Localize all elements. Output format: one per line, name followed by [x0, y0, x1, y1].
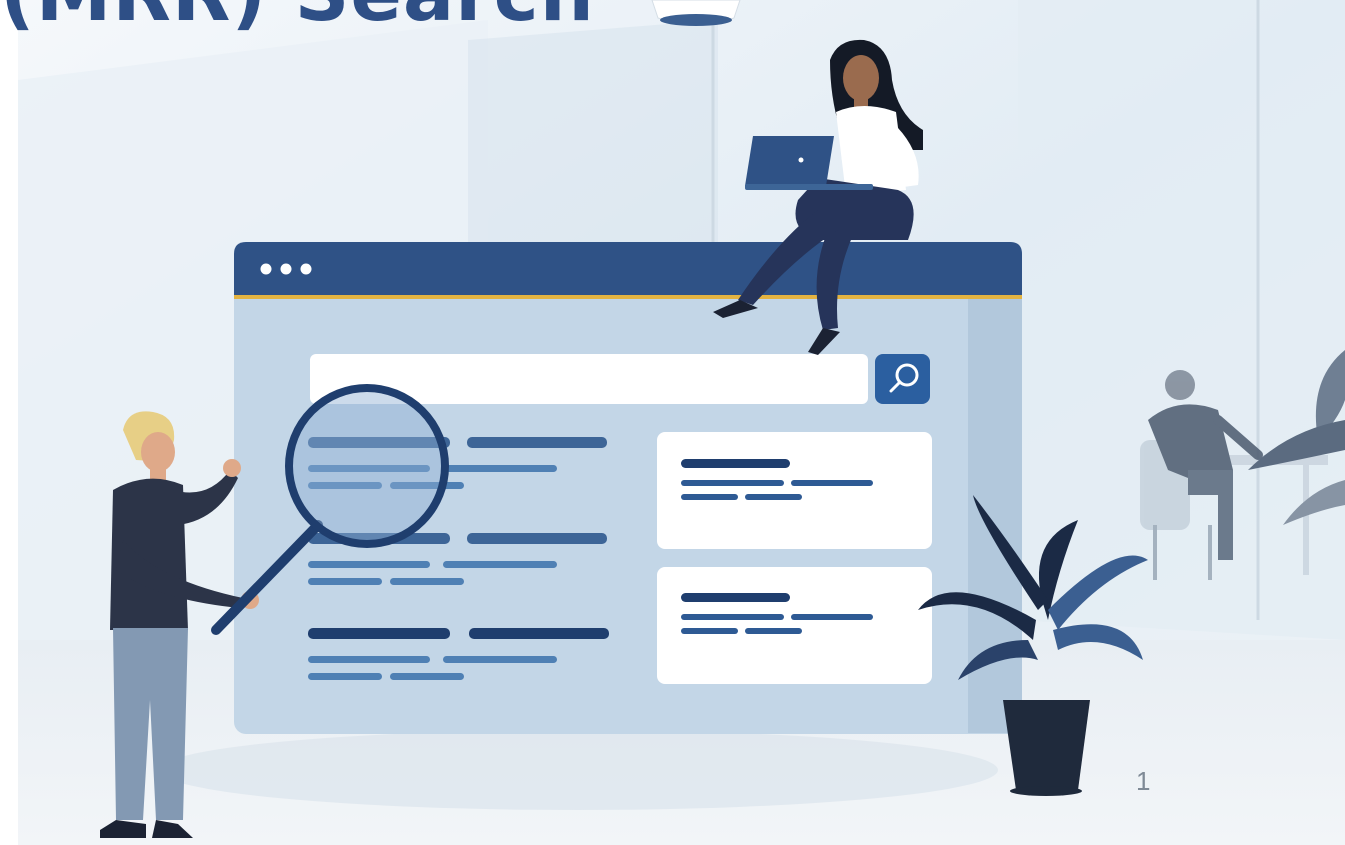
result-card — [657, 567, 932, 684]
slide: (MRR) Search 1 — [0, 0, 1345, 845]
page-number: 1 — [1136, 766, 1151, 796]
window-dot-icon — [280, 263, 292, 275]
window-dot-icon — [260, 263, 272, 275]
ceiling-lamp-light — [660, 14, 732, 26]
slide-title: (MRR) Search — [0, 0, 595, 32]
search-illustration — [18, 0, 1345, 845]
window-dot-icon — [300, 263, 312, 275]
floor-shadow — [158, 730, 998, 810]
search-button — [875, 354, 930, 404]
result-card — [657, 432, 932, 549]
